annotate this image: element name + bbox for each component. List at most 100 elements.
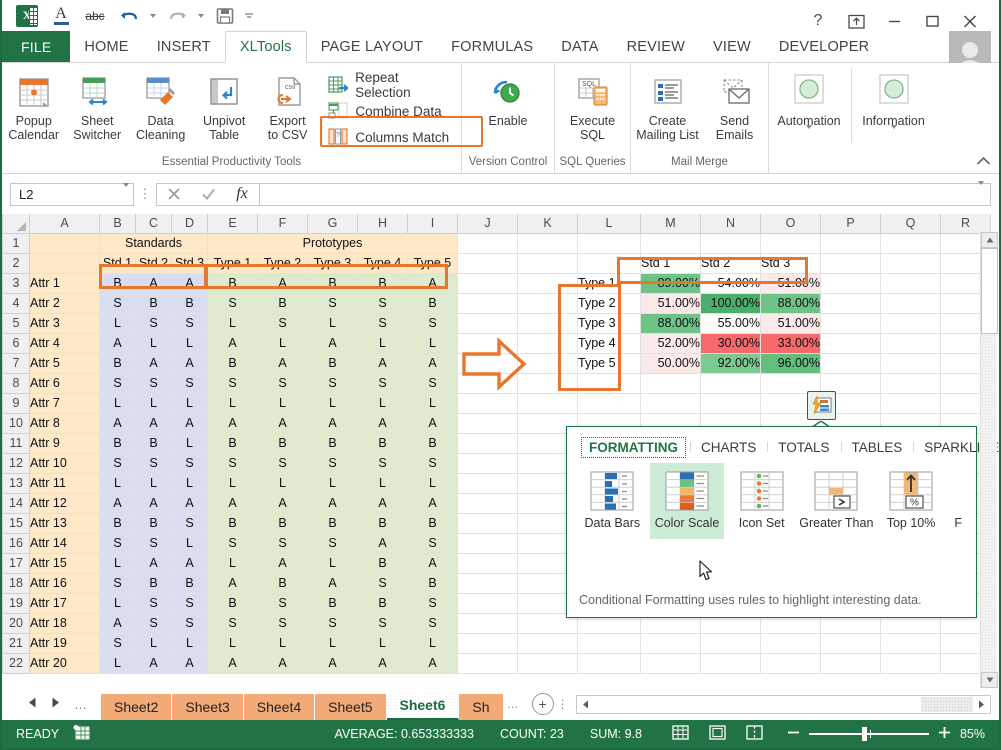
cell-D8[interactable]: S (172, 373, 208, 393)
cell-B20[interactable]: A (100, 613, 136, 633)
cell-I16[interactable]: S (408, 533, 458, 553)
column-header-A[interactable]: A (30, 214, 100, 233)
cell-P21[interactable] (821, 633, 881, 653)
qa-item-color-scale[interactable]: Color Scale (650, 463, 725, 539)
scroll-down-button[interactable] (981, 672, 998, 688)
qa-tab-tables[interactable]: TABLES (841, 440, 914, 455)
row-header-13[interactable]: 13 (3, 473, 30, 493)
cell-O21[interactable] (761, 633, 821, 653)
cell-P22[interactable] (821, 653, 881, 673)
normal-view-icon[interactable] (672, 725, 689, 743)
cell-K9[interactable] (518, 393, 578, 413)
create-mailing-list-button[interactable]: Create Mailing List (633, 68, 703, 142)
cell-E13[interactable]: L (208, 473, 258, 493)
cell-L9[interactable] (578, 393, 641, 413)
cell-L3[interactable]: Type 1 (578, 273, 641, 293)
cell-B1[interactable]: Standards (100, 233, 208, 253)
cell-E7[interactable]: B (208, 353, 258, 373)
column-header-E[interactable]: E (208, 214, 258, 233)
cell-I10[interactable]: A (408, 413, 458, 433)
cell-G9[interactable]: L (308, 393, 358, 413)
undo-dropdown-icon[interactable] (146, 2, 160, 30)
cell-C4[interactable]: B (136, 293, 172, 313)
cell-G7[interactable]: B (308, 353, 358, 373)
row-header-16[interactable]: 16 (3, 533, 30, 553)
cell-P5[interactable] (821, 313, 881, 333)
cell-A2[interactable] (30, 253, 100, 273)
cell-O5[interactable]: 51.00% (761, 313, 821, 333)
cell-O2[interactable]: Std 3 (761, 253, 821, 273)
cell-J3[interactable] (458, 273, 518, 293)
cell-C7[interactable]: A (136, 353, 172, 373)
enable-version-control-button[interactable]: Enable (476, 68, 540, 128)
sheet-tab-sheet2[interactable]: Sheet2 (101, 694, 172, 720)
cell-F17[interactable]: A (258, 553, 308, 573)
cell-N21[interactable] (701, 633, 761, 653)
redo-icon[interactable] (160, 2, 194, 30)
cell-E10[interactable]: A (208, 413, 258, 433)
cell-L22[interactable] (578, 653, 641, 673)
cell-O6[interactable]: 33.00% (761, 333, 821, 353)
cell-Q22[interactable] (881, 653, 941, 673)
cell-I3[interactable]: A (408, 273, 458, 293)
redo-dropdown-icon[interactable] (194, 2, 208, 30)
ribbon-tab-formulas[interactable]: FORMULAS (437, 31, 547, 62)
cell-P6[interactable] (821, 333, 881, 353)
cell-L8[interactable] (578, 373, 641, 393)
cell-A14[interactable]: Attr 12 (30, 493, 100, 513)
cell-F13[interactable]: L (258, 473, 308, 493)
cell-G5[interactable]: L (308, 313, 358, 333)
cell-J22[interactable] (458, 653, 518, 673)
qa-tab-formatting[interactable]: FORMATTING (581, 437, 686, 458)
cell-F16[interactable]: S (258, 533, 308, 553)
insert-function-button[interactable]: fx (225, 184, 259, 205)
columns-match-button[interactable]: ? Columns Match (323, 124, 461, 150)
cell-A8[interactable]: Attr 6 (30, 373, 100, 393)
ribbon-tab-insert[interactable]: INSERT (143, 31, 225, 62)
cell-Q5[interactable] (881, 313, 941, 333)
name-box[interactable]: L2 (10, 183, 134, 206)
cell-G16[interactable]: S (308, 533, 358, 553)
sheet-tab-sheet5[interactable]: Sheet5 (315, 694, 386, 720)
strikethrough-icon[interactable]: abc (78, 2, 112, 30)
cell-C15[interactable]: B (136, 513, 172, 533)
cell-D16[interactable]: L (172, 533, 208, 553)
combine-data-button[interactable]: Combine Data (323, 98, 461, 124)
page-break-preview-icon[interactable] (746, 725, 763, 743)
unpivot-table-button[interactable]: Unpivot Table (192, 68, 255, 142)
information-dropdown-icon[interactable] (891, 129, 897, 143)
cell-B6[interactable]: A (100, 333, 136, 353)
add-sheet-button[interactable]: + (532, 693, 554, 715)
cell-D3[interactable]: A (172, 273, 208, 293)
cell-B3[interactable]: B (100, 273, 136, 293)
cell-B22[interactable]: L (100, 653, 136, 673)
cell-J13[interactable] (458, 473, 518, 493)
row-header-9[interactable]: 9 (3, 393, 30, 413)
cell-M3[interactable]: 89.00% (641, 273, 701, 293)
cell-D11[interactable]: L (172, 433, 208, 453)
cell-H2[interactable]: Type 4 (358, 253, 408, 273)
cell-M1[interactable] (641, 233, 701, 253)
row-header-17[interactable]: 17 (3, 553, 30, 573)
cell-F8[interactable]: S (258, 373, 308, 393)
ribbon-tab-review[interactable]: REVIEW (613, 31, 699, 62)
cell-G18[interactable]: A (308, 573, 358, 593)
sheet-nav-more[interactable]: … (74, 697, 87, 712)
cell-J17[interactable] (458, 553, 518, 573)
cell-N22[interactable] (701, 653, 761, 673)
font-color-icon[interactable]: A (44, 2, 78, 30)
cell-A16[interactable]: Attr 14 (30, 533, 100, 553)
cell-N6[interactable]: 30.00% (701, 333, 761, 353)
cell-I20[interactable]: S (408, 613, 458, 633)
cell-Q21[interactable] (881, 633, 941, 653)
column-header-F[interactable]: F (258, 214, 308, 233)
column-header-K[interactable]: K (518, 214, 578, 233)
row-header-2[interactable]: 2 (3, 253, 30, 273)
cell-P4[interactable] (821, 293, 881, 313)
cell-I12[interactable]: S (408, 453, 458, 473)
cell-N2[interactable]: Std 2 (701, 253, 761, 273)
cell-M6[interactable]: 52.00% (641, 333, 701, 353)
cell-D6[interactable]: L (172, 333, 208, 353)
cell-M2[interactable]: Std 1 (641, 253, 701, 273)
cell-I19[interactable]: S (408, 593, 458, 613)
